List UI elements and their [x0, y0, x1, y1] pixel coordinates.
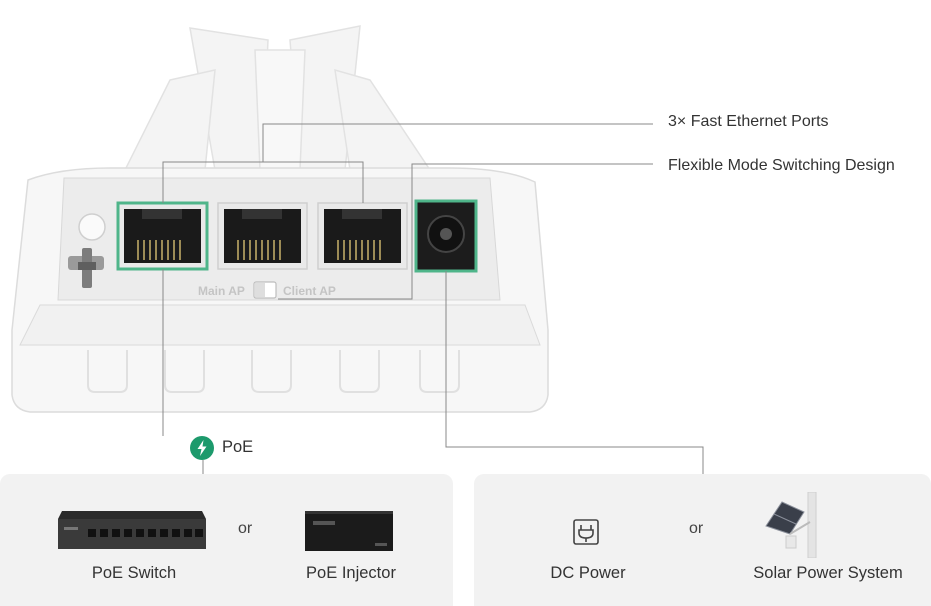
switch-label-main-ap: Main AP — [198, 284, 245, 298]
ethernet-port-3 — [317, 202, 408, 270]
lightning-bolt-icon — [190, 436, 214, 460]
dc-plug-icon — [573, 519, 599, 545]
poe-label: PoE — [222, 438, 254, 456]
label-dc-power: DC Power — [550, 564, 626, 582]
switch-label-client-ap: Client AP — [283, 284, 336, 298]
ethernet-port-2 — [217, 202, 308, 270]
label-poe-injector: PoE Injector — [306, 564, 396, 582]
label-poe-switch: PoE Switch — [91, 564, 177, 582]
label-solar-power-system: Solar Power System — [753, 564, 903, 582]
or-separator: or — [238, 520, 253, 537]
or-separator: or — [689, 520, 704, 537]
poe-switch-image — [58, 511, 206, 549]
callout-ethernet-ports: 3× Fast Ethernet Ports — [668, 113, 829, 130]
solar-power-system-image — [765, 492, 817, 558]
poe-options-panel: or PoE Switch PoE Injector — [0, 474, 453, 606]
callout-mode-switching: Flexible Mode Switching Design — [668, 157, 895, 174]
ethernet-port-1 — [116, 201, 209, 271]
dc-power-jack — [414, 199, 478, 273]
power-options-panel: or DC Power Solar Power System — [474, 474, 931, 606]
reset-button — [78, 213, 106, 241]
poe-injector-image — [305, 511, 393, 551]
